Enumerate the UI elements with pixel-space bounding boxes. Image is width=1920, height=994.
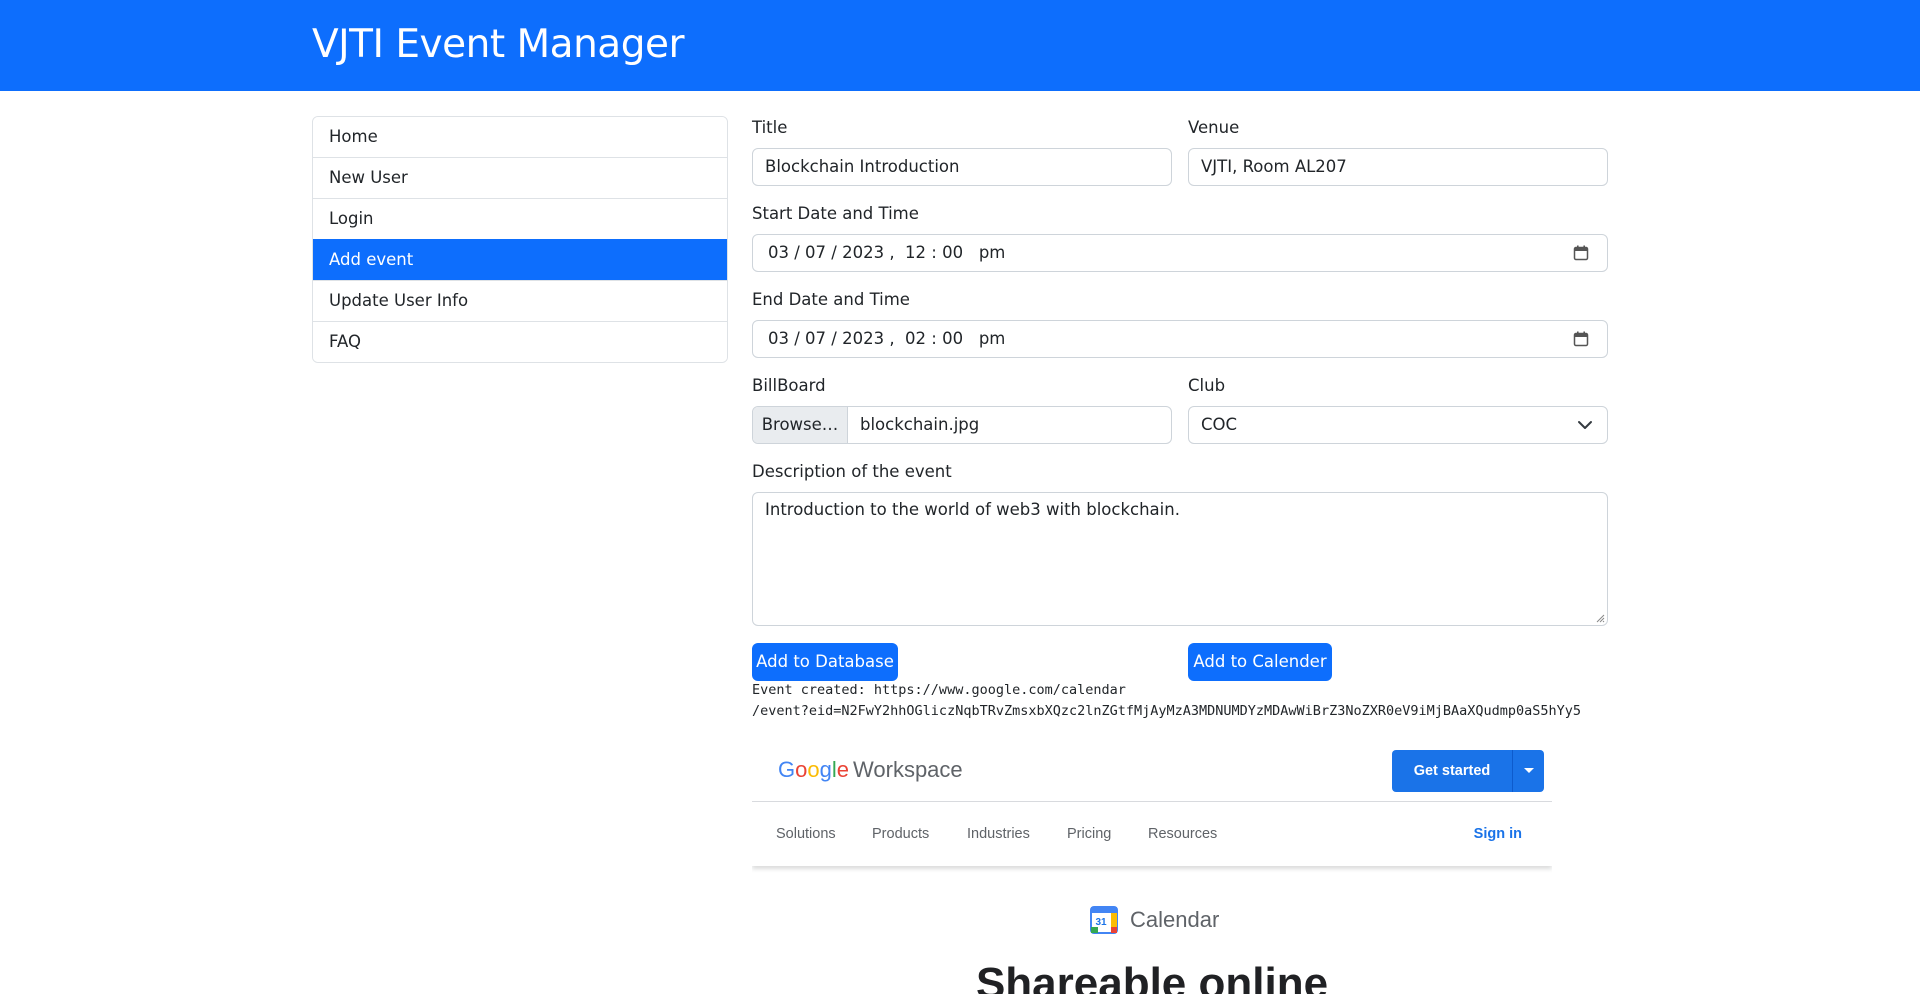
calendar-product-name: Calendar	[1130, 907, 1220, 932]
sign-in-link[interactable]: Sign in	[1474, 802, 1522, 866]
hero-heading: Shareable online	[975, 959, 1329, 994]
gw-nav-pricing[interactable]: Pricing	[1067, 802, 1111, 866]
google-calendar-icon: 31	[1090, 906, 1118, 934]
club-label: Club	[1188, 376, 1226, 395]
cta-divider	[1512, 750, 1513, 792]
workspace-wordmark: Workspace	[853, 757, 963, 782]
venue-label: Venue	[1188, 118, 1240, 137]
get-started-label: Get started	[1413, 763, 1491, 779]
browse-button[interactable]: Browse…	[753, 407, 848, 443]
event-created-line-2: /event?eid=N2FwY2hhOGliczNqbTRvZmsxbXQzc…	[752, 703, 1582, 719]
description-textarea[interactable]: Introduction to the world of web3 with b…	[752, 492, 1608, 626]
app-title[interactable]: VJTI Event Manager	[312, 22, 684, 67]
start-datetime-input[interactable]: 03 / 07 / 2023 , 12 : 00 pm	[752, 234, 1608, 272]
file-name: blockchain.jpg	[860, 415, 980, 434]
google-workspace-embed: Google Workspace Get started Solutions Pr…	[752, 738, 1552, 994]
resize-handle-icon[interactable]	[1595, 613, 1605, 623]
calendar-day-number: 31	[1095, 917, 1107, 928]
google-wordmark: Google	[778, 757, 850, 782]
calendar-icon[interactable]	[1573, 245, 1589, 261]
end-datetime-input[interactable]: 03 / 07 / 2023 , 02 : 00 pm	[752, 320, 1608, 358]
billboard-label: BillBoard	[752, 376, 826, 395]
sidebar-item-new-user[interactable]: New User	[313, 157, 727, 198]
club-select[interactable]: COC	[1188, 406, 1608, 444]
gw-nav-resources[interactable]: Resources	[1148, 802, 1217, 866]
description-value: Introduction to the world of web3 with b…	[765, 500, 1180, 519]
top-navbar: VJTI Event Manager	[0, 0, 1920, 91]
gw-header: Google Workspace Get started	[752, 738, 1552, 802]
end-datetime-value: 03 / 07 / 2023 , 02 : 00 pm	[768, 329, 1006, 348]
gw-nav-industries[interactable]: Industries	[967, 802, 1030, 866]
venue-input[interactable]: VJTI, Room AL207	[1188, 148, 1608, 186]
get-started-button[interactable]: Get started	[1392, 750, 1544, 792]
event-created-line-1: Event created: https://www.google.com/ca…	[752, 682, 1126, 698]
club-select-value: COC	[1201, 415, 1238, 434]
end-datetime-label: End Date and Time	[752, 290, 910, 309]
sidebar-item-home[interactable]: Home	[313, 117, 727, 157]
chevron-down-icon	[1578, 421, 1592, 429]
sidebar: Home New User Login Add event Update Use…	[312, 116, 728, 363]
gw-nav-products[interactable]: Products	[872, 802, 929, 866]
gw-nav-solutions[interactable]: Solutions	[776, 802, 836, 866]
title-input[interactable]: Blockchain Introduction	[752, 148, 1172, 186]
sidebar-item-login[interactable]: Login	[313, 198, 727, 239]
billboard-file-input[interactable]: Browse… blockchain.jpg	[752, 406, 1172, 444]
google-workspace-logo[interactable]: Google Workspace	[778, 757, 963, 783]
start-datetime-label: Start Date and Time	[752, 204, 919, 223]
caret-down-icon[interactable]	[1524, 768, 1534, 773]
sidebar-item-update-user-info[interactable]: Update User Info	[313, 280, 727, 321]
description-label: Description of the event	[752, 462, 952, 481]
title-label: Title	[752, 118, 788, 137]
add-to-database-button[interactable]: Add to Database	[752, 643, 898, 681]
start-datetime-value: 03 / 07 / 2023 , 12 : 00 pm	[768, 243, 1006, 262]
gw-nav: Solutions Products Industries Pricing Re…	[752, 802, 1552, 866]
sidebar-item-add-event[interactable]: Add event	[313, 239, 727, 280]
add-to-calendar-button[interactable]: Add to Calender	[1188, 643, 1332, 681]
sidebar-item-faq[interactable]: FAQ	[313, 321, 727, 362]
calendar-icon[interactable]	[1573, 331, 1589, 347]
